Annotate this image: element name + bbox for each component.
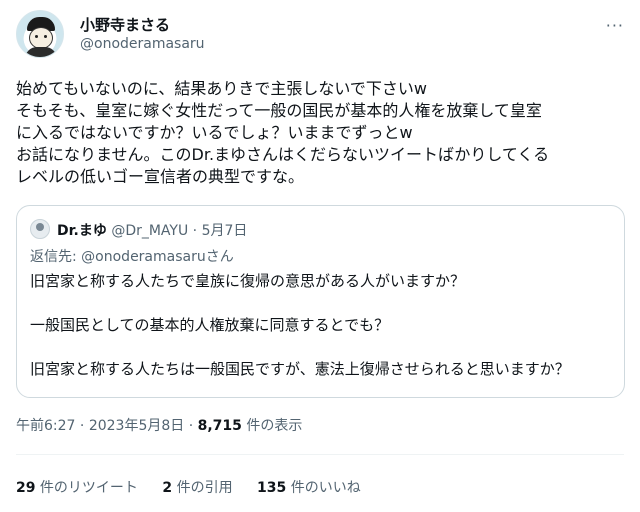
- avatar[interactable]: [16, 10, 64, 58]
- quoted-line: [30, 336, 570, 358]
- like-label: 件のいいね: [286, 480, 361, 496]
- quoted-date: 5月7日: [201, 223, 248, 239]
- quoted-line: 旧宮家と称する人たちで皇族に復帰の意思がある人がいますか？: [30, 272, 466, 290]
- quote-count: 2: [162, 480, 173, 496]
- reply-mention[interactable]: @onoderamasaruさん: [81, 249, 234, 265]
- quoted-author-handle: @Dr_MAYU: [111, 223, 189, 239]
- quoted-line: 一般国民としての基本的人権放棄に同意するとでも？: [30, 316, 390, 334]
- meta-separator: ·: [75, 418, 89, 434]
- tweet-time[interactable]: 午前6:27: [16, 418, 75, 434]
- tweet-line: レベルの低いゴー宣信者の典型ですな。: [16, 167, 305, 186]
- quote-label: 件の引用: [172, 480, 233, 496]
- tweet-line: 始めてもいないのに、結果ありきで主張しないで下さいw: [16, 79, 428, 98]
- meta-separator: ·: [184, 418, 198, 434]
- tweet-meta: 午前6:27 · 2023年5月8日 · 8,715 件の表示: [16, 415, 302, 435]
- quoted-author-name: Dr.まゆ: [57, 223, 107, 239]
- tweet-line: に入るではないですか？いるでしょ？いままでずっとw: [16, 123, 413, 142]
- tweet-line: そもそも、皇室に嫁ぐ女性だって一般の国民が基本的人権を放棄して皇室: [16, 101, 542, 120]
- tweet-header: 小野寺まさる @onoderamasaru ···: [16, 10, 624, 62]
- likes-stat[interactable]: 135 件のいいね: [257, 480, 361, 496]
- engagement-stats: 29 件のリツイート 2 件の引用 135 件のいいね: [16, 477, 381, 497]
- quoted-line: 旧宮家と称する人たちは一般国民ですが、憲法上復帰させられると思いますか？: [30, 360, 570, 378]
- quoted-tweet[interactable]: Dr.まゆ @Dr_MAYU · 5月7日 返信先: @onoderamasar…: [16, 205, 625, 398]
- quoted-separator: ·: [188, 223, 202, 239]
- quoted-reply-to: 返信先: @onoderamasaruさん: [30, 246, 234, 266]
- retweets-stat[interactable]: 29 件のリツイート: [16, 480, 138, 496]
- tweet-date[interactable]: 2023年5月8日: [89, 418, 184, 434]
- tweet-text: 始めてもいないのに、結果ありきで主張しないで下さいw そもそも、皇室に嫁ぐ女性だ…: [16, 78, 628, 188]
- quoted-text: 旧宮家と称する人たちで皇族に復帰の意思がある人がいますか？ 一般国民としての基本…: [30, 270, 570, 380]
- divider: [16, 454, 624, 455]
- quotes-stat[interactable]: 2 件の引用: [162, 480, 232, 496]
- ellipsis-icon[interactable]: ···: [606, 16, 624, 35]
- tweet-line: お話になりません。このDr.まゆさんはくだらないツイートばかりしてくる: [16, 145, 550, 164]
- retweet-count: 29: [16, 480, 36, 496]
- quoted-line: [30, 292, 570, 314]
- author-name[interactable]: 小野寺まさる: [80, 14, 170, 35]
- reply-prefix: 返信先:: [30, 249, 82, 265]
- view-count: 8,715: [197, 418, 242, 434]
- view-label: 件の表示: [241, 418, 303, 434]
- retweet-label: 件のリツイート: [35, 480, 138, 496]
- quoted-header: Dr.まゆ @Dr_MAYU · 5月7日: [57, 220, 247, 240]
- like-count: 135: [257, 480, 287, 496]
- author-handle[interactable]: @onoderamasaru: [80, 36, 205, 52]
- quoted-avatar: [30, 219, 50, 239]
